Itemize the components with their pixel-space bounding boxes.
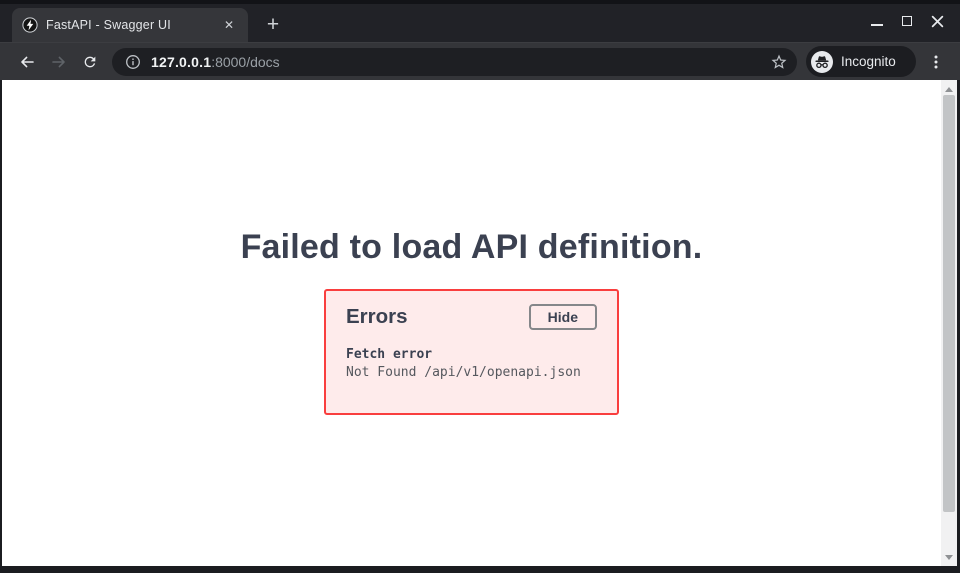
error-type: Fetch error — [346, 347, 597, 362]
minimize-icon — [871, 24, 883, 26]
errors-title: Errors — [346, 305, 408, 329]
scroll-down-button[interactable] — [941, 550, 957, 564]
page-info-icon[interactable] — [125, 54, 141, 70]
hide-errors-button[interactable]: Hide — [529, 304, 597, 330]
tab-close-icon[interactable]: ✕ — [220, 16, 238, 34]
incognito-icon — [811, 51, 833, 73]
vertical-scrollbar[interactable] — [941, 80, 957, 566]
errors-panel: Errors Hide Fetch error Not Found /api/v… — [324, 289, 619, 415]
error-item: Fetch error Not Found /api/v1/openapi.js… — [346, 347, 597, 380]
tab-title: FastAPI - Swagger UI — [46, 18, 214, 32]
close-icon — [931, 15, 944, 28]
reload-icon — [82, 54, 98, 70]
scrollbar-thumb[interactable] — [943, 95, 955, 512]
close-window-button[interactable] — [922, 6, 952, 36]
scroll-down-icon — [945, 555, 953, 560]
browser-toolbar: 127.0.0.1:8000/docs Incognito — [0, 42, 960, 80]
url-host: 127.0.0.1 — [151, 54, 211, 70]
incognito-label: Incognito — [841, 54, 896, 69]
maximize-icon — [902, 16, 912, 26]
scroll-up-icon — [945, 87, 953, 92]
errors-header: Errors Hide — [346, 303, 597, 331]
error-message: Not Found /api/v1/openapi.json — [346, 365, 597, 380]
window-controls — [862, 0, 952, 42]
fastapi-favicon-icon — [22, 17, 38, 33]
forward-arrow-icon — [51, 54, 67, 70]
titlebar[interactable]: FastAPI - Swagger UI ✕ + — [0, 0, 960, 42]
new-tab-button[interactable]: + — [259, 11, 287, 39]
minimize-button[interactable] — [862, 6, 892, 36]
bookmark-star-icon[interactable] — [770, 53, 788, 71]
back-button[interactable] — [15, 50, 39, 74]
forward-button[interactable] — [47, 50, 71, 74]
maximize-button[interactable] — [892, 6, 922, 36]
browser-tab[interactable]: FastAPI - Swagger UI ✕ — [12, 8, 248, 42]
menu-dots-icon — [928, 54, 944, 70]
page-content: Failed to load API definition. Errors Hi… — [2, 80, 941, 566]
back-arrow-icon — [19, 54, 35, 70]
url-text: 127.0.0.1:8000/docs — [151, 54, 770, 70]
browser-menu-button[interactable] — [924, 50, 948, 74]
page-title: Failed to load API definition. — [2, 228, 941, 267]
incognito-badge: Incognito — [806, 46, 916, 77]
browser-window: FastAPI - Swagger UI ✕ + — [0, 0, 960, 573]
address-bar[interactable]: 127.0.0.1:8000/docs — [112, 48, 797, 76]
reload-button[interactable] — [78, 50, 102, 74]
url-path: :8000/docs — [211, 54, 280, 70]
scroll-up-button[interactable] — [941, 82, 957, 96]
